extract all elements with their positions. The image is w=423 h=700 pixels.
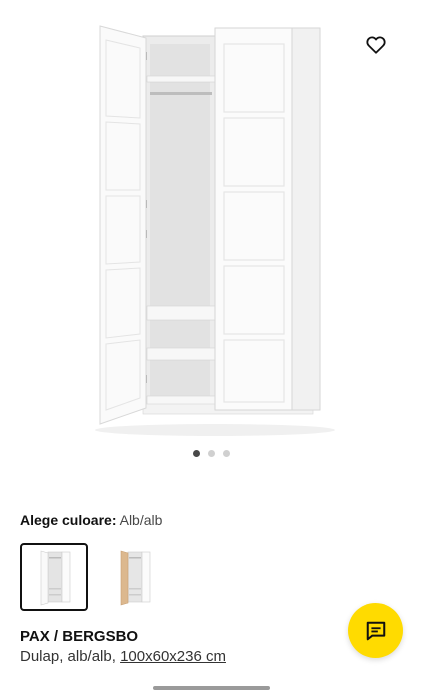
product-page: Alege culoare: Alb/alb PAX / BERGSBO Dul… [0,0,423,700]
product-description: Dulap, alb/alb, 100x60x236 cm [20,648,226,666]
color-value: Alb/alb [119,512,163,528]
favorite-button[interactable] [366,36,402,72]
wardrobe-oak-thumbnail [120,550,151,606]
chat-icon [366,621,385,640]
product-name: PAX / BERGSBO [20,628,139,645]
wardrobe-white-thumbnail [40,550,71,606]
swatch-white[interactable] [20,543,88,611]
product-type-color: Dulap, alb/alb, [20,648,121,665]
carousel-dot[interactable] [223,450,230,457]
color-selector-label: Alege culoare: Alb/alb [20,512,162,528]
chat-button[interactable] [348,603,403,658]
color-swatches [20,543,168,611]
product-image[interactable] [0,0,423,440]
home-indicator[interactable] [153,686,270,690]
color-label: Alege culoare: [20,512,117,528]
carousel-pagination [0,450,423,457]
swatch-oak[interactable] [100,543,168,611]
heart-icon [366,36,386,54]
carousel-dot[interactable] [193,450,200,457]
product-measurements-link[interactable]: 100x60x236 cm [120,648,226,665]
wardrobe-illustration [95,25,335,436]
carousel-dot[interactable] [208,450,215,457]
